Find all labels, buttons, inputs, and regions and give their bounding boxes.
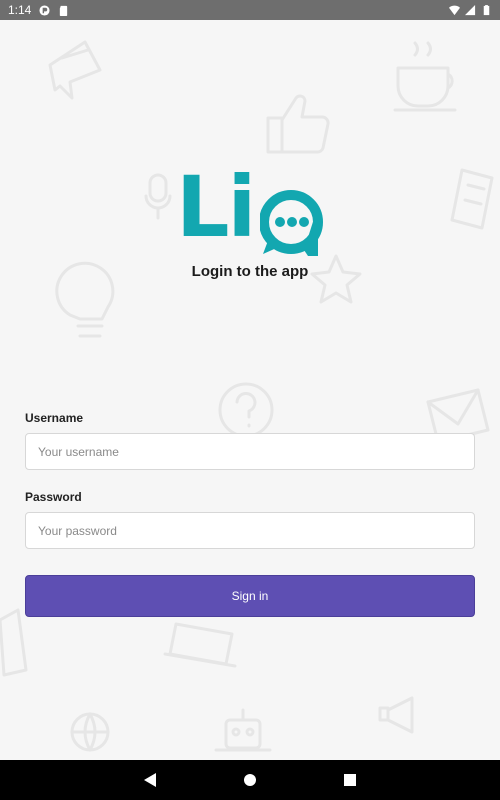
robot-doodle-icon (214, 708, 272, 752)
sd-card-icon (60, 5, 68, 16)
back-button[interactable] (140, 770, 160, 790)
status-time: 1:14 (8, 3, 32, 17)
wifi-icon (449, 5, 460, 15)
login-subtitle: Login to the app (191, 263, 309, 280)
thumbs-up-doodle-icon (266, 94, 330, 154)
question-bubble-doodle-icon (218, 382, 274, 438)
password-label: Password (25, 490, 82, 504)
battery-icon (483, 4, 490, 15)
username-label: Username (25, 411, 84, 425)
chat-bubbles-doodle-icon (48, 40, 102, 100)
home-icon (244, 774, 256, 786)
coffee-cup-doodle-icon (393, 41, 457, 112)
password-input[interactable] (25, 512, 475, 549)
app-notification-icon (39, 4, 50, 16)
recents-button[interactable] (340, 770, 360, 790)
system-nav-bar (0, 760, 500, 800)
microphone-doodle-icon (144, 173, 172, 220)
background-doodles (0, 40, 494, 752)
recents-icon (344, 774, 356, 786)
lia-logo: Li (176, 162, 326, 256)
sign-in-button[interactable]: Sign in (25, 575, 475, 617)
home-button[interactable] (240, 770, 260, 790)
username-input[interactable] (25, 433, 475, 470)
notebook-doodle-icon (450, 168, 494, 230)
logo-chat-a-icon (260, 190, 323, 256)
megaphone-doodle-icon (378, 696, 414, 734)
pencil-doodle-icon (0, 608, 28, 677)
cell-signal-icon (465, 4, 476, 15)
status-bar: 1:14 (0, 0, 500, 20)
laptop-doodle-icon (163, 622, 237, 668)
globe-doodle-icon (70, 712, 110, 752)
logo-text: Li (176, 158, 256, 256)
back-icon (144, 773, 156, 787)
